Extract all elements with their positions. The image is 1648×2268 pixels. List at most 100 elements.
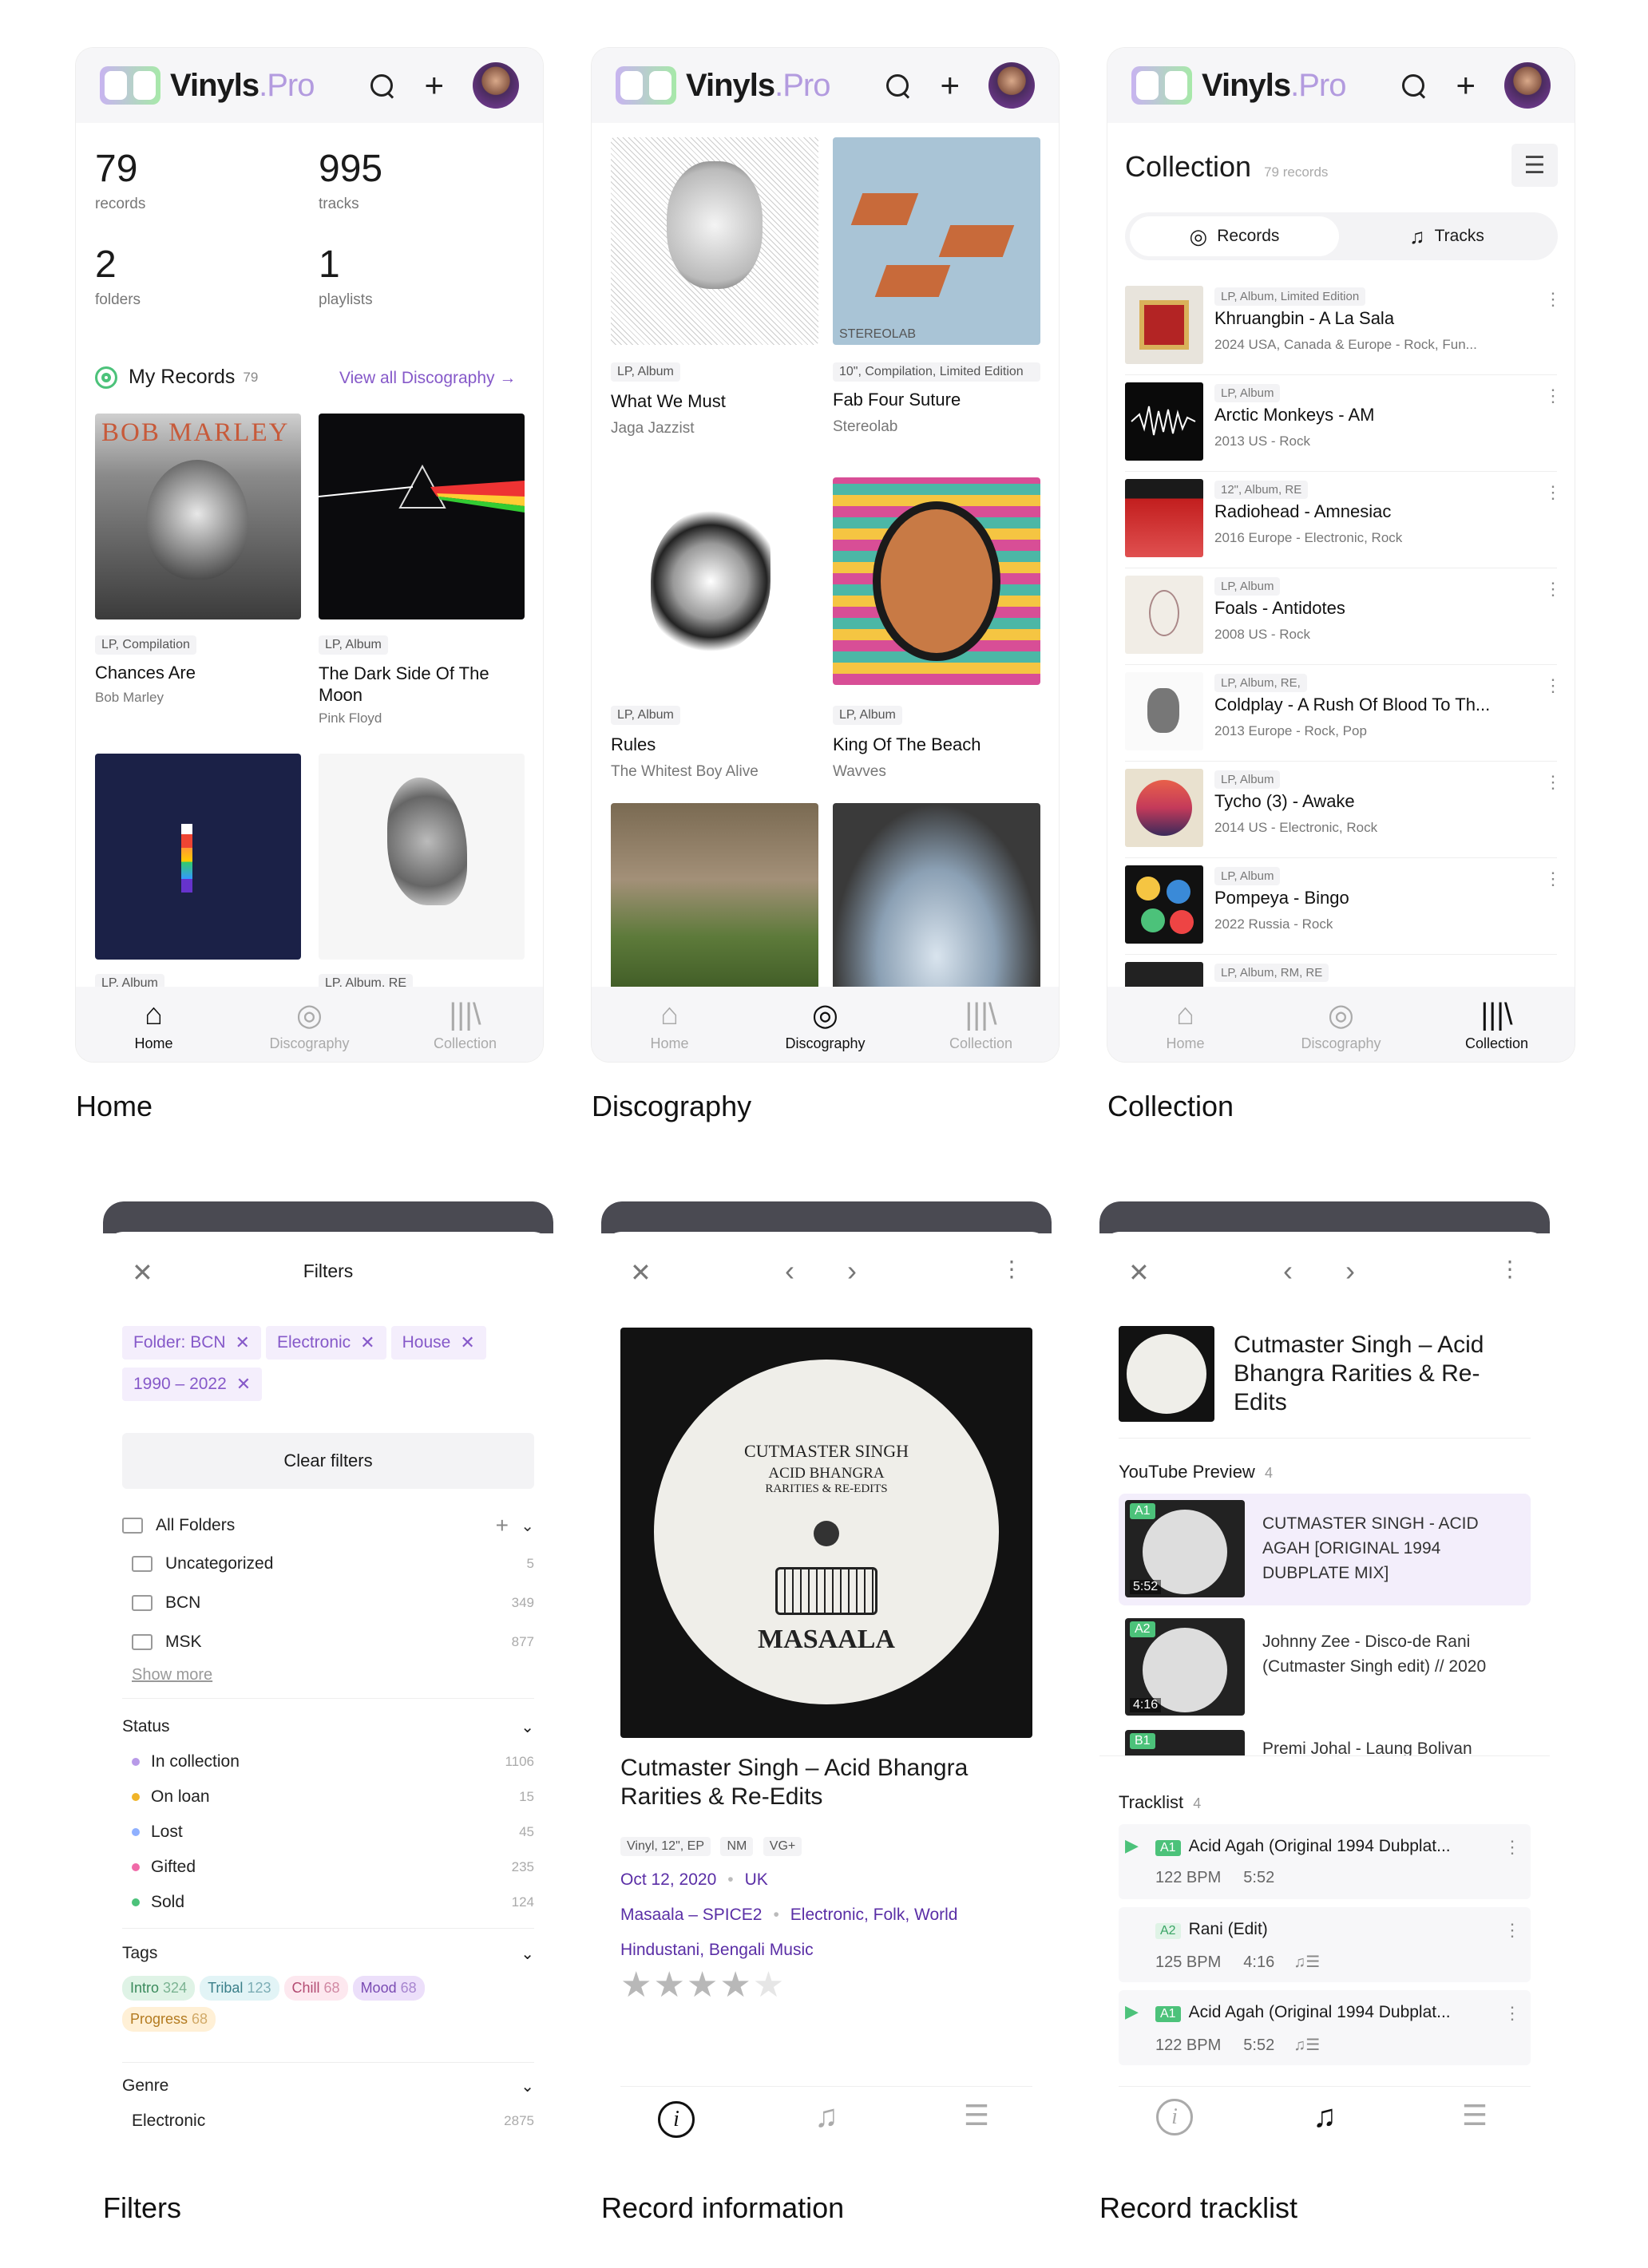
release-label[interactable]: Masaala – SPICE2 [620, 1906, 762, 1924]
list-item[interactable]: LP, Album Pompeya - Bingo 2022 Russia - … [1125, 859, 1562, 955]
show-more-link[interactable]: Show more [132, 1666, 212, 1684]
filter-chip[interactable]: 1990 – 2022 ✕ [122, 1368, 263, 1401]
add-icon[interactable]: + [424, 69, 444, 102]
filter-button[interactable]: ☰ [1511, 144, 1558, 187]
record-title[interactable]: The Dark Side Of The Moon [319, 663, 526, 706]
status-row[interactable]: In collection 1106 [132, 1746, 553, 1778]
more-icon[interactable]: ⋮ [1544, 870, 1562, 888]
chevron-right-icon[interactable]: › [847, 1254, 857, 1288]
search-icon[interactable] [368, 72, 395, 99]
nav-discography[interactable]: ◎ Discography [747, 987, 903, 1062]
all-folders-row[interactable]: All Folders + ⌄ [122, 1510, 553, 1542]
record-title[interactable]: King Of The Beach [833, 734, 1040, 755]
nav-collection[interactable]: |||\ Collection [387, 987, 543, 1062]
record-title[interactable]: Fab Four Suture [833, 390, 1040, 410]
youtube-item[interactable]: A2 4:16 Johnny Zee - Disco-de Rani (Cutma… [1119, 1612, 1531, 1724]
clear-filters-button[interactable]: Clear filters [122, 1433, 534, 1489]
remove-icon[interactable]: ✕ [460, 1332, 474, 1353]
playlist-icon[interactable]: ♫☰ [1293, 2036, 1320, 2054]
list-item[interactable]: LP, Album Tycho (3) - Awake 2014 US - El… [1125, 762, 1562, 858]
record-title[interactable]: Chances Are [95, 663, 301, 683]
tag-pill[interactable]: Tribal 123 [200, 1976, 279, 2001]
genre-header[interactable]: Genre ⌄ [122, 2070, 553, 2102]
play-icon[interactable]: ▶ [1125, 1835, 1139, 1856]
nav-home[interactable]: ⌂ Home [592, 987, 747, 1062]
rating-stars[interactable]: ★★★★★ [620, 1965, 786, 2005]
nav-discography[interactable]: ◎ Discography [1263, 987, 1419, 1062]
search-icon[interactable] [884, 72, 911, 99]
nav-discography[interactable]: ◎ Discography [232, 987, 387, 1062]
remove-icon[interactable]: ✕ [236, 1374, 251, 1395]
view-all-link[interactable]: View all Discography → [339, 369, 516, 388]
more-icon[interactable]: ⋮ [1544, 580, 1562, 598]
list-item[interactable]: 12", Album, RE Radiohead - Amnesiac 2016… [1125, 473, 1562, 568]
cover-coldplay-rush[interactable] [319, 754, 525, 960]
info-icon[interactable]: i [601, 2099, 751, 2138]
cover-rules[interactable] [611, 477, 818, 685]
tag-pill[interactable]: Mood 68 [352, 1976, 425, 2001]
tags-header[interactable]: Tags ⌄ [122, 1937, 553, 1969]
add-to-list-icon[interactable]: ☰ [901, 2099, 1052, 2138]
avatar[interactable] [473, 62, 519, 109]
status-row[interactable]: Gifted 235 [132, 1851, 553, 1883]
more-icon[interactable]: ⋮ [1503, 1920, 1521, 1941]
add-to-list-icon[interactable]: ☰ [1400, 2099, 1550, 2135]
remove-icon[interactable]: ✕ [360, 1332, 374, 1353]
cover-coldplay-x[interactable] [95, 754, 301, 960]
status-row[interactable]: Lost 45 [132, 1816, 553, 1848]
close-icon[interactable]: ✕ [630, 1257, 652, 1288]
nav-home[interactable]: ⌂ Home [76, 987, 232, 1062]
youtube-item[interactable]: A1 5:52 CUTMASTER SINGH - ACID AGAH [ORIG… [1119, 1494, 1531, 1605]
app-logo[interactable]: Vinyls.Pro [616, 66, 830, 105]
cover-photo-1[interactable] [611, 803, 818, 995]
list-item[interactable]: LP, Album, RE, Coldplay - A Rush Of Bloo… [1125, 666, 1562, 762]
info-icon[interactable]: i [1099, 2099, 1250, 2135]
add-icon[interactable]: + [1456, 69, 1476, 102]
record-title[interactable]: Rules [611, 734, 818, 755]
list-item[interactable]: LP, Album Arctic Monkeys - AM 2013 US - … [1125, 376, 1562, 472]
chevron-left-icon[interactable]: ‹ [1283, 1254, 1293, 1288]
track-row[interactable]: A2 Rani (Edit) 125 BPM 4:16 ♫☰ ⋮ [1119, 1907, 1531, 1982]
list-item[interactable]: LP, Album, Limited Edition Khruangbin - … [1125, 279, 1562, 375]
chevron-left-icon[interactable]: ‹ [785, 1254, 794, 1288]
nav-collection[interactable]: |||\ Collection [903, 987, 1059, 1062]
track-row[interactable]: ▶ A1 Acid Agah (Original 1994 Dubplat... … [1119, 1824, 1531, 1899]
nav-collection[interactable]: |||\ Collection [1419, 987, 1575, 1062]
more-icon[interactable]: ⋮ [1000, 1256, 1023, 1282]
tag-pill[interactable]: Chill 68 [283, 1976, 348, 2001]
more-icon[interactable]: ⋮ [1544, 677, 1562, 695]
play-icon[interactable]: ▶ [1125, 2001, 1139, 2022]
music-note-icon[interactable]: ♫ [751, 2099, 901, 2138]
avatar[interactable] [1504, 62, 1551, 109]
more-icon[interactable]: ⋮ [1499, 1256, 1521, 1282]
nav-home[interactable]: ⌂ Home [1107, 987, 1263, 1062]
more-icon[interactable]: ⋮ [1544, 387, 1562, 405]
more-icon[interactable]: ⋮ [1503, 2003, 1521, 2024]
chevron-down-icon[interactable]: ⌄ [521, 1717, 534, 1737]
filter-chip[interactable]: Electronic ✕ [265, 1326, 386, 1360]
cover-fab-four-suture[interactable]: STEREOLAB [833, 137, 1040, 345]
seg-tracks[interactable]: ♫ Tracks [1342, 216, 1551, 256]
filter-chip[interactable]: House ✕ [390, 1326, 486, 1360]
tag-pill[interactable]: Progress 68 [122, 2007, 216, 2032]
more-icon[interactable]: ⋮ [1544, 484, 1562, 501]
cover-what-we-must[interactable] [611, 137, 818, 345]
app-logo[interactable]: Vinyls.Pro [1131, 66, 1346, 105]
search-icon[interactable] [1400, 72, 1427, 99]
chevron-down-icon[interactable]: ⌄ [521, 1944, 534, 1964]
chevron-down-icon[interactable]: ⌄ [521, 2076, 534, 2096]
track-row[interactable]: ▶ A1 Acid Agah (Original 1994 Dubplat... … [1119, 1990, 1531, 2065]
music-note-icon[interactable]: ♫ [1250, 2099, 1400, 2135]
folder-row[interactable]: BCN 349 [132, 1587, 553, 1619]
seg-records[interactable]: ◎ Records [1130, 216, 1339, 256]
status-row[interactable]: Sold 124 [132, 1886, 553, 1918]
chevron-down-icon[interactable]: ⌄ [521, 1516, 534, 1536]
more-icon[interactable]: ⋮ [1544, 291, 1562, 308]
genre-row[interactable]: Electronic 2875 [132, 2105, 553, 2137]
status-header[interactable]: Status ⌄ [122, 1711, 553, 1743]
folder-row[interactable]: MSK 877 [132, 1626, 553, 1658]
chevron-right-icon[interactable]: › [1345, 1254, 1355, 1288]
playlist-icon[interactable]: ♫☰ [1293, 1953, 1320, 1971]
youtube-item[interactable]: B1 Premi Johal - Laung Bolivan [1119, 1727, 1531, 1755]
tag-pill[interactable]: Intro 324 [122, 1976, 196, 2001]
